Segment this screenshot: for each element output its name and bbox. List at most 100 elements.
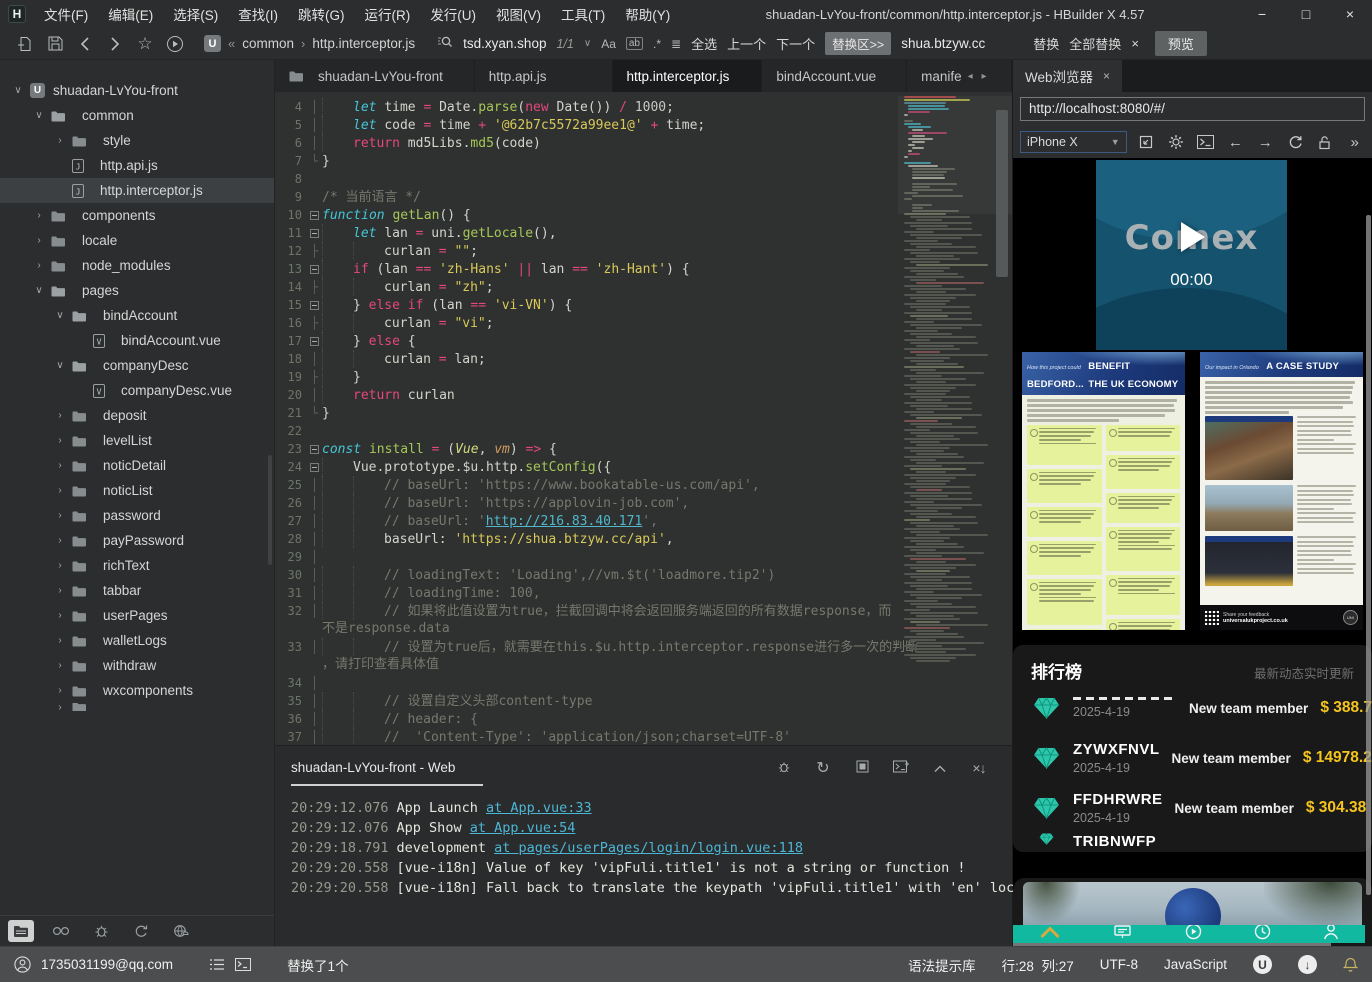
notification-bell-icon[interactable] xyxy=(1343,957,1358,973)
fold-marker[interactable] xyxy=(307,296,322,314)
tree-item-wxcomponents[interactable]: ›wxcomponents xyxy=(0,678,274,703)
tab-news-icon[interactable] xyxy=(1113,925,1133,943)
tree-item-components[interactable]: ›components xyxy=(0,203,274,228)
menubar-item[interactable]: 选择(S) xyxy=(163,1,228,27)
run-icon[interactable] xyxy=(160,32,190,56)
tab-home-icon[interactable] xyxy=(1039,925,1061,943)
tree-scrollbar[interactable] xyxy=(268,455,272,565)
leaderboard-row[interactable]: ZYWXFNVL2025-4-19New team member$ 14978.… xyxy=(1031,733,1354,783)
minimize-button[interactable]: − xyxy=(1240,0,1284,28)
debug-view-icon[interactable] xyxy=(88,920,114,942)
leaderboard-row[interactable]: 2025-4-19New team member$ 388.70 xyxy=(1031,683,1354,733)
brochure-carousel[interactable]: How this project could BENEFIT BEDFORD..… xyxy=(1013,352,1372,630)
close-button[interactable]: × xyxy=(1328,0,1372,28)
tree-item-style[interactable]: ›style xyxy=(0,128,274,153)
files-view-icon[interactable] xyxy=(8,920,34,942)
nav-back-icon[interactable]: ← xyxy=(1225,131,1246,153)
menubar-item[interactable]: 查找(I) xyxy=(228,1,288,27)
log-source-link[interactable]: at App.vue:33 xyxy=(486,800,592,816)
new-file-icon[interactable] xyxy=(10,32,40,56)
replace-input[interactable]: shua.btzyw.cc xyxy=(901,36,985,51)
open-console-icon[interactable] xyxy=(1195,131,1216,153)
tree-item-companyDesc.vue[interactable]: VcompanyDesc.vue xyxy=(0,378,274,403)
multiline-toggle[interactable]: ≣ xyxy=(671,37,681,51)
tree-item-userPages[interactable]: ›userPages xyxy=(0,603,274,628)
tree-item-bindAccount[interactable]: ∨bindAccount xyxy=(0,303,274,328)
search-view-icon[interactable] xyxy=(48,920,74,942)
editor-scrollbar-thumb[interactable] xyxy=(996,110,1008,277)
cursor-position[interactable]: 行:28 列:27 xyxy=(1002,955,1074,975)
maximize-button[interactable]: □ xyxy=(1284,0,1328,28)
editor-tab-http.api.js[interactable]: http.api.js xyxy=(475,60,613,92)
log-source-link[interactable]: at App.vue:54 xyxy=(470,820,576,836)
tree-item-noticList[interactable]: ›noticList xyxy=(0,478,274,503)
nav-forward-icon[interactable]: → xyxy=(1255,131,1276,153)
menubar-item[interactable]: 运行(R) xyxy=(355,1,421,27)
menubar-item[interactable]: 帮助(Y) xyxy=(615,1,680,27)
editor-tab-shuadan-LvYou-front[interactable]: shuadan-LvYou-front xyxy=(275,60,475,92)
match-case-toggle[interactable]: Aa xyxy=(601,37,616,51)
editor-scrollbar[interactable] xyxy=(995,92,1009,745)
tree-item-shuadan-LvYou-front[interactable]: ∨Ushuadan-LvYou-front xyxy=(0,78,274,103)
fold-marker[interactable] xyxy=(307,440,322,458)
menubar-item[interactable]: 文件(F) xyxy=(34,1,98,27)
log-source-link[interactable]: at pages/userPages/login/login.vue:118 xyxy=(494,840,803,856)
tab-history-icon[interactable] xyxy=(1254,925,1271,943)
device-select[interactable]: iPhone X ▼ xyxy=(1020,131,1127,153)
tree-item-tabbar[interactable]: ›tabbar xyxy=(0,578,274,603)
tree-item-payPassword[interactable]: ›payPassword xyxy=(0,528,274,553)
close-search-icon[interactable]: × xyxy=(1131,36,1139,51)
tree-item-bindAccount.vue[interactable]: VbindAccount.vue xyxy=(0,328,274,353)
download-badge-icon[interactable]: ↓ xyxy=(1298,955,1317,974)
tree-item-noticDetail[interactable]: ›noticDetail xyxy=(0,453,274,478)
leaderboard-row[interactable]: TRIBNWFP xyxy=(1031,833,1354,852)
tree-item-levelList[interactable]: ›levelList xyxy=(0,428,274,453)
tree-item-password[interactable]: ›password xyxy=(0,503,274,528)
fold-marker[interactable] xyxy=(307,458,322,476)
terminal-icon[interactable] xyxy=(235,958,251,971)
tree-item-http.interceptor.js[interactable]: Jhttp.interceptor.js xyxy=(0,178,274,203)
favorite-star-icon[interactable]: ☆ xyxy=(130,32,160,56)
console-restart-icon[interactable]: ↻ xyxy=(814,758,832,778)
menubar-item[interactable]: 跳转(G) xyxy=(288,1,355,27)
console-new-terminal-icon[interactable] xyxy=(892,760,910,776)
reload-icon[interactable] xyxy=(1285,131,1306,153)
menubar-item[interactable]: 视图(V) xyxy=(486,1,551,27)
replace-button[interactable]: 替换 xyxy=(1033,34,1059,53)
outline-list-icon[interactable] xyxy=(209,958,225,971)
tree-item-node_modules[interactable]: ›node_modules xyxy=(0,253,274,278)
language-mode-label[interactable]: JavaScript xyxy=(1164,957,1227,972)
refresh-view-icon[interactable] xyxy=(128,920,154,942)
preview-button[interactable]: 预览 xyxy=(1155,31,1207,56)
encoding-label[interactable]: UTF-8 xyxy=(1100,957,1138,972)
fold-marker[interactable] xyxy=(307,332,322,350)
tab-play-icon[interactable] xyxy=(1185,925,1202,943)
browser-tab-close-icon[interactable]: × xyxy=(1103,69,1110,83)
tree-item-companyDesc[interactable]: ∨companyDesc xyxy=(0,353,274,378)
console-clear-icon[interactable]: ×↓ xyxy=(970,760,988,776)
console-tab-title[interactable]: shuadan-LvYou-front - Web xyxy=(291,760,483,786)
more-tools-icon[interactable]: » xyxy=(1344,131,1365,153)
console-debug-icon[interactable] xyxy=(775,760,793,777)
web-view-icon[interactable] xyxy=(168,920,194,942)
tree-item-walletLogs[interactable]: ›walletLogs xyxy=(0,628,274,653)
select-all-button[interactable]: 全选 xyxy=(691,34,717,53)
tree-item-withdraw[interactable]: ›withdraw xyxy=(0,653,274,678)
editor-tab-bindAccount.vue[interactable]: bindAccount.vue xyxy=(762,60,907,92)
url-input[interactable]: http://localhost:8080/#/ xyxy=(1020,97,1365,121)
play-icon[interactable] xyxy=(1181,222,1205,252)
tree-item-common[interactable]: ∨common xyxy=(0,103,274,128)
back-icon[interactable] xyxy=(70,32,100,56)
fold-marker[interactable] xyxy=(307,260,322,278)
tab-profile-icon[interactable] xyxy=(1323,925,1339,943)
editor-tab-manife[interactable]: manife◂ ▸ xyxy=(907,60,1012,92)
syntax-lib-label[interactable]: 语法提示库 xyxy=(908,955,976,975)
chevron-down-icon[interactable]: ∨ xyxy=(584,38,591,49)
leaderboard-row[interactable]: FFDHRWRE2025-4-19New team member$ 304.38 xyxy=(1031,783,1354,833)
fold-marker[interactable] xyxy=(307,224,322,242)
account-email[interactable]: 1735031199@qq.com xyxy=(41,957,173,972)
tree-item-richText[interactable]: ›richText xyxy=(0,553,274,578)
console-collapse-icon[interactable] xyxy=(931,760,949,776)
lock-open-icon[interactable] xyxy=(1314,131,1335,153)
breadcrumb-common[interactable]: common xyxy=(242,36,294,51)
